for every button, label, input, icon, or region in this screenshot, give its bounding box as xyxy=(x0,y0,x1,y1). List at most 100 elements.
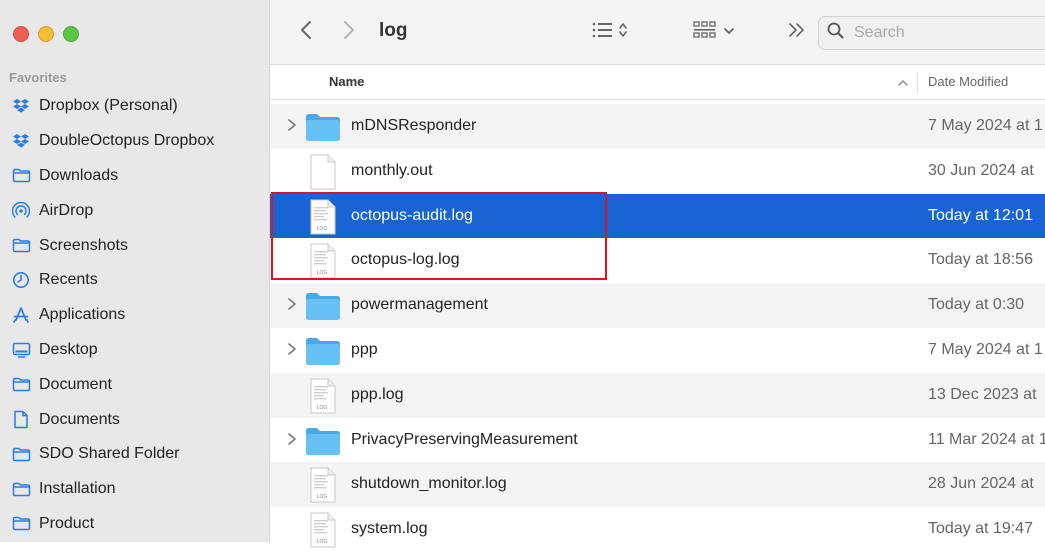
sidebar-item-installation[interactable]: Installation xyxy=(0,472,270,507)
airdrop-icon xyxy=(11,201,31,221)
file-date-modified: Today at 18:56 xyxy=(928,251,1033,269)
back-button[interactable] xyxy=(294,18,318,46)
list-view-icon xyxy=(592,21,618,44)
disclosure-triangle-icon[interactable] xyxy=(287,342,297,356)
sidebar: Favorites Dropbox (Personal) DoubleOctopu… xyxy=(0,0,270,542)
sidebar-item-label: Desktop xyxy=(39,340,98,358)
window-controls xyxy=(13,26,79,42)
svg-text:LOG: LOG xyxy=(317,270,328,276)
file-list: mDNSResponder 7 May 2024 at 1 monthly.out 3… xyxy=(270,104,1045,552)
sidebar-item-label: SDO Shared Folder xyxy=(39,445,180,463)
search-icon xyxy=(827,22,844,44)
file-date-modified: 28 Jun 2024 at xyxy=(928,475,1034,493)
file-row[interactable]: ppp 7 May 2024 at 1 xyxy=(270,328,1045,373)
sidebar-item-doubleoctopus-dropbox[interactable]: DoubleOctopus Dropbox xyxy=(0,124,270,159)
file-date-modified: Today at 0:30 xyxy=(928,296,1025,314)
desktop-icon xyxy=(11,340,31,360)
name-column-header[interactable]: Name xyxy=(329,74,364,89)
file-row[interactable]: mDNSResponder 7 May 2024 at 1 xyxy=(270,104,1045,149)
view-mode-button[interactable] xyxy=(586,18,634,46)
folder-icon xyxy=(11,479,31,499)
sidebar-item-desktop[interactable]: Desktop xyxy=(0,333,270,368)
sidebar-item-documents[interactable]: Documents xyxy=(0,402,270,437)
sidebar-item-sdo-shared-folder[interactable]: SDO Shared Folder xyxy=(0,437,270,472)
folder-icon xyxy=(11,236,31,256)
sidebar-item-label: Documents xyxy=(39,410,120,428)
file-date-modified: Today at 12:01 xyxy=(928,206,1033,224)
disclosure-triangle-icon[interactable] xyxy=(287,118,297,132)
chevron-right-icon xyxy=(343,20,355,45)
sidebar-item-product[interactable]: Product xyxy=(0,507,270,542)
svg-text:LOG: LOG xyxy=(317,405,328,411)
sidebar-item-label: Downloads xyxy=(39,166,119,184)
minimize-window-button[interactable] xyxy=(38,26,54,42)
sidebar-item-dropbox-personal[interactable]: Dropbox (Personal) xyxy=(0,89,270,124)
search-field[interactable] xyxy=(818,16,1045,50)
file-date-modified: 11 Mar 2024 at 1 xyxy=(928,430,1045,448)
log-file-icon: LOG xyxy=(303,243,343,279)
sidebar-item-label: Applications xyxy=(39,306,126,324)
file-row[interactable]: LOG ppp.log 13 Dec 2023 at xyxy=(270,372,1045,418)
file-name: system.log xyxy=(351,520,428,538)
file-date-modified: 7 May 2024 at 1 xyxy=(928,117,1043,134)
folder-icon xyxy=(303,109,343,145)
file-row[interactable]: LOG octopus-log.log Today at 18:56 xyxy=(270,238,1045,283)
finder-window: Favorites Dropbox (Personal) DoubleOctopu… xyxy=(0,0,1045,548)
file-row[interactable]: LOG octopus-audit.log Today at 12:01 xyxy=(270,193,1045,239)
clock-icon xyxy=(11,270,31,290)
file-name: ppp xyxy=(351,340,378,358)
sidebar-list: Dropbox (Personal) DoubleOctopus Dropbox D… xyxy=(0,89,270,541)
grid-view-icon xyxy=(693,20,717,45)
sidebar-item-recents[interactable]: Recents xyxy=(0,263,270,298)
file-name: PrivacyPreservingMeasurement xyxy=(351,430,578,448)
sidebar-item-applications[interactable]: Applications xyxy=(0,298,270,333)
file-date-modified: 13 Dec 2023 at xyxy=(928,385,1037,403)
search-input[interactable] xyxy=(852,23,1036,43)
sidebar-item-airdrop[interactable]: AirDrop xyxy=(0,193,270,228)
double-chevron-right-icon xyxy=(788,22,806,43)
applications-icon xyxy=(11,305,31,325)
dropbox-icon xyxy=(11,131,31,151)
sidebar-item-document[interactable]: Document xyxy=(0,367,270,402)
sidebar-item-downloads[interactable]: Downloads xyxy=(0,159,270,194)
file-name: ppp.log xyxy=(351,385,404,403)
file-icon xyxy=(303,154,343,190)
folder-icon xyxy=(303,288,343,324)
forward-button[interactable] xyxy=(337,18,361,46)
svg-text:LOG: LOG xyxy=(317,539,328,545)
chevron-left-icon xyxy=(300,20,312,45)
toolbar: log xyxy=(270,0,1045,65)
group-by-button[interactable] xyxy=(690,18,738,46)
file-name: monthly.out xyxy=(351,161,433,179)
file-row[interactable]: powermanagement Today at 0:30 xyxy=(270,283,1045,328)
log-file-icon: LOG xyxy=(303,512,343,548)
up-down-chevron-icon xyxy=(618,21,628,44)
file-name: powermanagement xyxy=(351,296,488,314)
file-row[interactable]: LOG shutdown_monitor.log 28 Jun 2024 at xyxy=(270,462,1045,508)
file-row[interactable]: LOG system.log Today at 19:47 xyxy=(270,507,1045,552)
file-name: shutdown_monitor.log xyxy=(351,475,507,493)
sidebar-item-screenshots[interactable]: Screenshots xyxy=(0,228,270,263)
folder-icon xyxy=(11,375,31,395)
folder-icon xyxy=(11,166,31,186)
document-icon xyxy=(11,410,31,430)
file-date-modified: 7 May 2024 at 1 xyxy=(928,340,1043,358)
sidebar-item-label: Installation xyxy=(39,480,116,498)
file-name: octopus-audit.log xyxy=(351,206,473,224)
file-name: octopus-log.log xyxy=(351,251,460,269)
zoom-window-button[interactable] xyxy=(63,26,79,42)
column-divider[interactable] xyxy=(917,71,918,93)
disclosure-triangle-icon[interactable] xyxy=(287,297,297,311)
chevron-down-icon xyxy=(723,23,735,41)
close-window-button[interactable] xyxy=(13,26,29,42)
disclosure-triangle-icon[interactable] xyxy=(287,432,297,446)
sort-ascending-icon[interactable] xyxy=(897,75,909,93)
folder-icon xyxy=(303,333,343,369)
more-toolbar-items-button[interactable] xyxy=(786,18,808,46)
file-row[interactable]: PrivacyPreservingMeasurement 11 Mar 2024 … xyxy=(270,418,1045,463)
folder-icon xyxy=(11,514,31,534)
sidebar-heading-favorites: Favorites xyxy=(9,70,67,85)
column-header: Name Date Modified xyxy=(270,65,1045,100)
file-row[interactable]: monthly.out 30 Jun 2024 at xyxy=(270,149,1045,194)
date-modified-column-header[interactable]: Date Modified xyxy=(928,74,1008,89)
